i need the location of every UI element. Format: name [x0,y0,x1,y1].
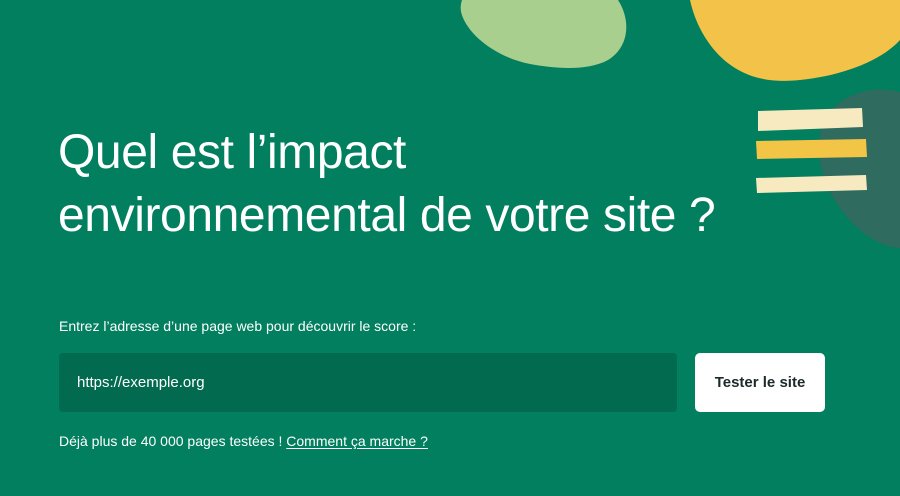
url-instruction-label: Entrez l’adresse d’une page web pour déc… [59,318,417,334]
light-green-blob [460,0,627,68]
test-site-button[interactable]: Tester le site [695,353,825,412]
hero-title-line-1: Quel est l’impact [58,126,406,179]
hero-title: Quel est l’impact environnemental de vot… [58,121,778,247]
pages-tested-text: Déjà plus de 40 000 pages testées ! [59,433,287,449]
how-it-works-link[interactable]: Comment ça marche ? [286,433,428,449]
hero-title-line-2: environnemental de votre site ? [58,189,716,242]
decorative-shapes [460,0,900,248]
dark-blob [818,89,900,248]
pages-tested-note: Déjà plus de 40 000 pages testées ! Comm… [59,432,428,450]
yellow-blob [690,0,900,81]
url-input[interactable] [59,353,677,412]
